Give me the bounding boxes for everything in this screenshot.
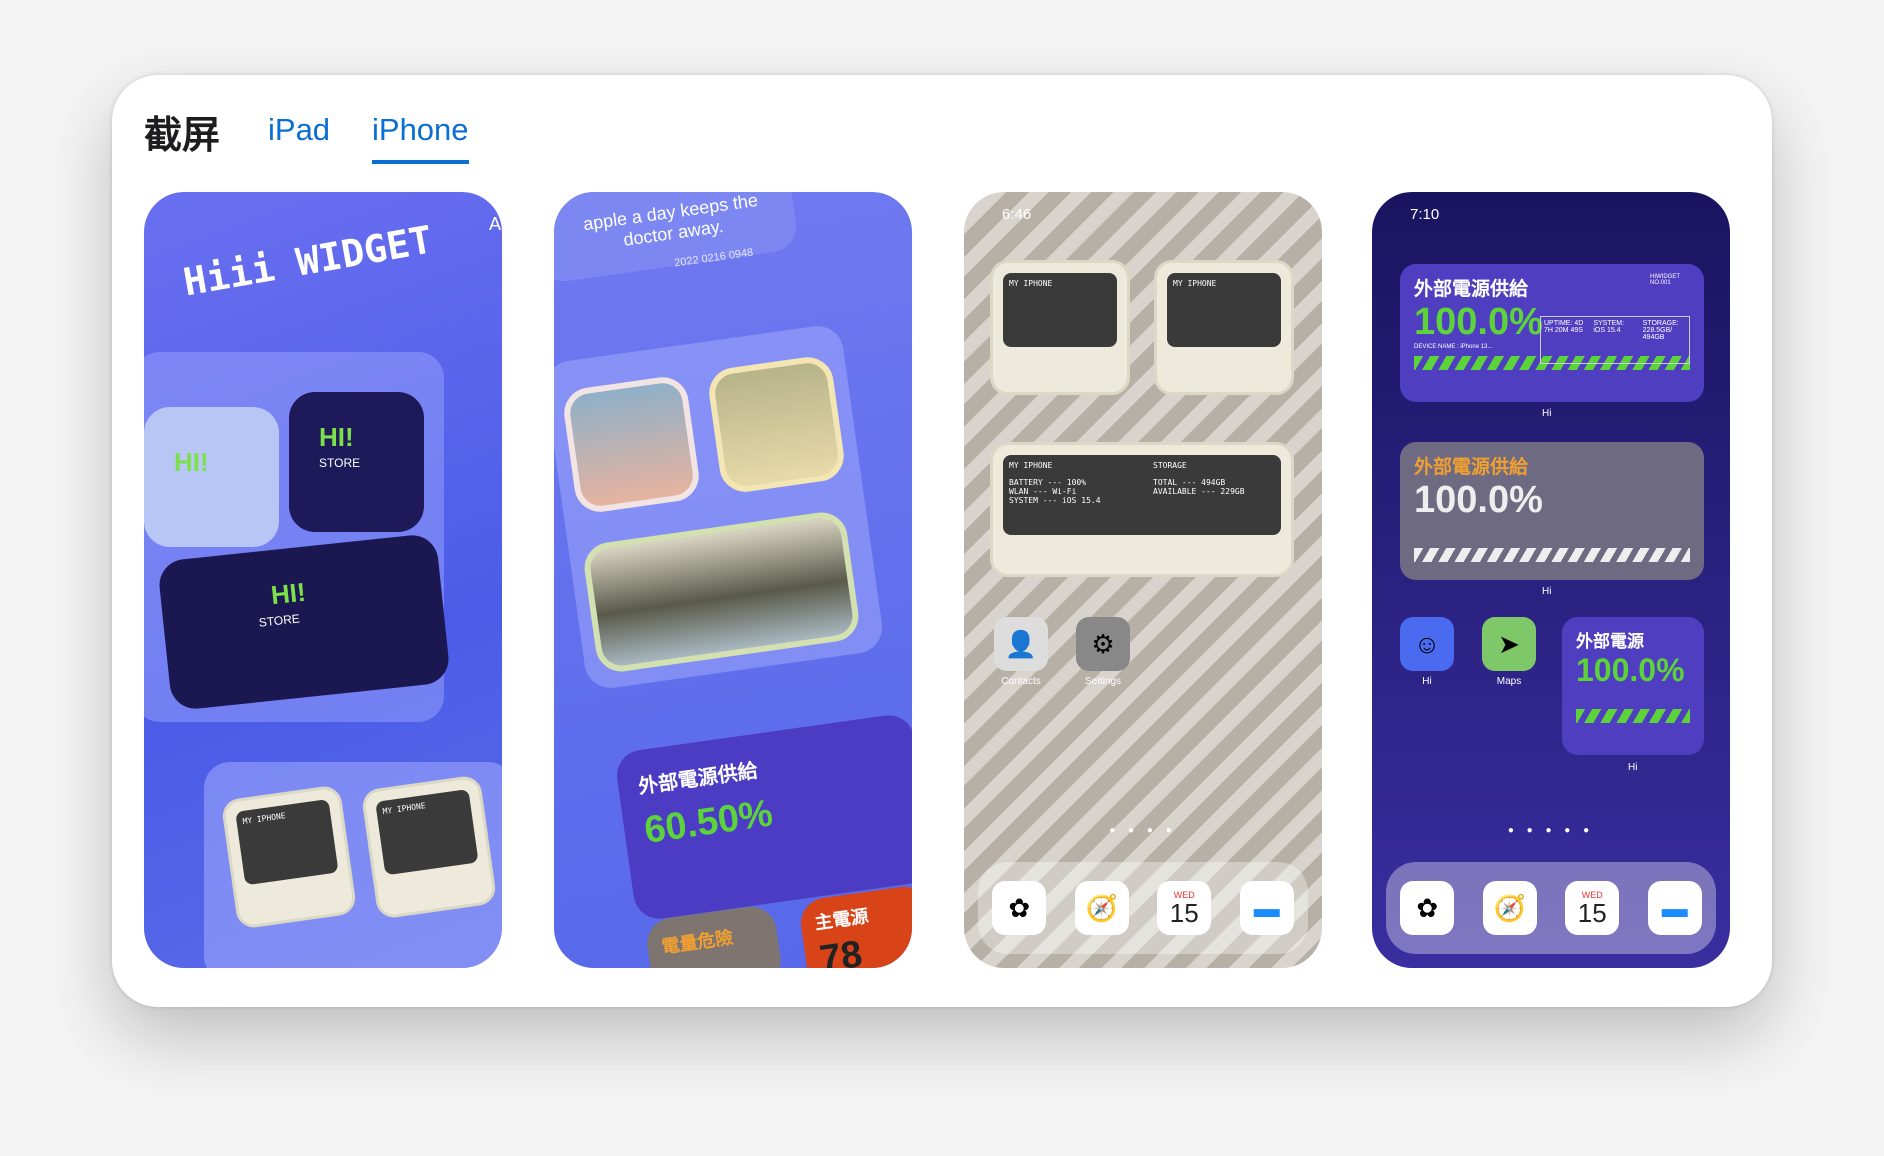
calendar-app-icon[interactable]: WED 15 <box>1157 881 1212 935</box>
power-widget: 外部電源供給 HIWIDGET NO.001 100.0% DEVICE NAM… <box>1400 264 1704 402</box>
widget-label: Hi <box>1628 762 1638 773</box>
widget-label: Hi <box>1542 408 1552 419</box>
screenshot-4[interactable]: 7:10 外部電源供給 HIWIDGET NO.001 100.0% DEVIC… <box>1372 192 1730 968</box>
device-widget: MY IPHONE <box>1154 260 1294 395</box>
contacts-app-icon[interactable]: 👤 <box>994 617 1048 671</box>
photos-app-icon[interactable]: ✿ <box>1400 881 1455 935</box>
peek-text: Ar <box>489 214 502 234</box>
device-widget-large: MY IPHONE BATTERY --- 100% WLAN --- Wi-Fi S… <box>990 442 1294 577</box>
page-dots: ● ● ● ● ● <box>1507 825 1595 836</box>
screenshot-3[interactable]: 6:46 MY IPHONE MY IPHONE MY IPHONE BATTER… <box>964 192 1322 968</box>
files-app-icon[interactable]: ▬ <box>1239 881 1294 935</box>
settings-app-icon[interactable]: ⚙ <box>1076 617 1130 671</box>
dock: ✿ 🧭 WED 15 ▬ <box>1386 862 1716 954</box>
power-widget-small: 外部電源 100.0% <box>1562 617 1704 755</box>
hi-app-icon[interactable]: ☺ <box>1400 617 1454 671</box>
screenshot-1[interactable]: Hiii WIDGET Ar HI! HI!STORE HI!STORE MY … <box>144 192 502 968</box>
app-label: Settings <box>1084 676 1122 687</box>
maps-app-icon[interactable]: ➤ <box>1482 617 1536 671</box>
status-time: 6:46 <box>1002 206 1032 223</box>
device-widget: MY IPHONE <box>360 774 498 920</box>
tab-iphone[interactable]: iPhone <box>372 112 469 164</box>
power-widget: 外部電源供給 60.50% <box>613 711 912 923</box>
page-dots: ● ● ● ● <box>1109 825 1177 836</box>
device-widget: MY IPHONE <box>990 260 1130 395</box>
app-label: Hi <box>1422 676 1432 687</box>
tab-ipad[interactable]: iPad <box>268 112 330 148</box>
store-widget: HI! <box>144 407 279 547</box>
screenshot-2[interactable]: apple a day keeps the doctor away. 2022 … <box>554 192 912 968</box>
section-title: 截屏 <box>144 113 221 157</box>
device-widget: MY IPHONE <box>220 784 358 930</box>
status-time: 7:10 <box>1410 206 1440 223</box>
app-label: Maps <box>1496 676 1522 687</box>
photo-widget <box>560 373 703 516</box>
logo: Hiii WIDGET <box>180 217 436 305</box>
widget-label: Hi <box>1542 586 1552 597</box>
dock: ✿ 🧭 WED 15 ▬ <box>978 862 1308 954</box>
safari-app-icon[interactable]: 🧭 <box>1074 881 1129 935</box>
files-app-icon[interactable]: ▬ <box>1647 881 1702 935</box>
safari-app-icon[interactable]: 🧭 <box>1482 881 1537 935</box>
store-widget-night: HI! STORE <box>289 392 424 532</box>
app-label: Contacts <box>1001 676 1041 687</box>
photo-widget <box>705 353 848 496</box>
photos-app-icon[interactable]: ✿ <box>992 881 1047 935</box>
calendar-app-icon[interactable]: WED 15 <box>1565 881 1620 935</box>
power-widget-gray: 外部電源供給 100.0% <box>1400 442 1704 580</box>
store-widget-large: HI! STORE <box>156 532 452 712</box>
